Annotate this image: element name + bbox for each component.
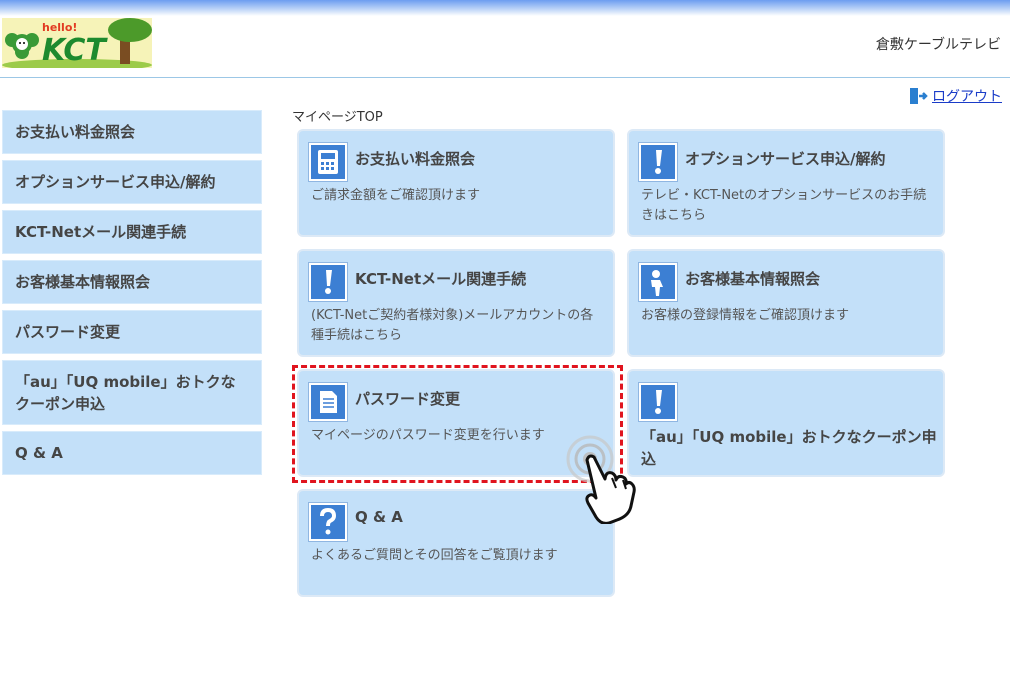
breadcrumb: マイページTOP	[292, 110, 383, 125]
question-icon	[309, 503, 347, 541]
exclamation-icon	[639, 143, 677, 181]
card-title: パスワード変更	[355, 390, 461, 408]
card-customer-info[interactable]: お客様基本情報照会 お客様の登録情報をご確認頂けます	[627, 249, 945, 357]
document-icon	[309, 383, 347, 421]
card-password[interactable]: パスワード変更 マイページのパスワード変更を行います	[297, 369, 615, 477]
card-description: マイページのパスワード変更を行います	[311, 428, 545, 443]
sidebar-item-label: オプションサービス申込/解約	[15, 173, 216, 191]
sidebar-item-coupon[interactable]: 「au」「UQ mobile」おトクなクーポン申込	[2, 360, 262, 425]
sidebar-item-customer-info[interactable]: お客様基本情報照会	[2, 260, 262, 304]
top-gradient-bar	[0, 0, 1010, 16]
card-description: (KCT-Netご契約者様対象)メールアカウントの各種手続はこちら	[311, 308, 594, 343]
exclamation-icon	[309, 263, 347, 301]
card-description: ご請求金額をご確認頂けます	[311, 188, 481, 203]
sidebar-item-mail[interactable]: KCT-Netメール関連手続	[2, 210, 262, 254]
sidebar-item-qa[interactable]: Q & A	[2, 431, 262, 475]
company-name: 倉敷ケーブルテレビ	[875, 37, 1001, 53]
card-option-service[interactable]: オプションサービス申込/解約 テレビ・KCT-Netのオプションサービスのお手続…	[627, 129, 945, 237]
card-coupon[interactable]: 「au」「UQ mobile」おトクなクーポン申込	[627, 369, 945, 477]
card-description: よくあるご質問とその回答をご覧頂けます	[311, 548, 558, 563]
sidebar-item-label: Q & A	[15, 444, 63, 462]
card-title: お支払い料金照会	[355, 150, 476, 168]
card-title: 「au」「UQ mobile」おトクなクーポン申込	[641, 428, 937, 468]
header: hello! KCT 倉敷ケーブルテレビ	[0, 16, 1010, 78]
kct-logo[interactable]: hello! KCT	[2, 18, 152, 68]
card-description: お客様の登録情報をご確認頂けます	[641, 308, 850, 323]
card-billing[interactable]: お支払い料金照会 ご請求金額をご確認頂けます	[297, 129, 615, 237]
sidebar-item-label: KCT-Netメール関連手続	[15, 223, 187, 241]
card-title: Q & A	[355, 508, 403, 526]
sidebar: お支払い料金照会 オプションサービス申込/解約 KCT-Netメール関連手続 お…	[2, 110, 262, 481]
logout[interactable]: ログアウト	[908, 86, 1002, 106]
sidebar-item-label: お支払い料金照会	[15, 123, 136, 141]
card-description: テレビ・KCT-Netのオプションサービスのお手続きはこちら	[641, 188, 927, 223]
sidebar-item-billing[interactable]: お支払い料金照会	[2, 110, 262, 154]
card-title: お客様基本情報照会	[685, 270, 821, 288]
sidebar-item-label: 「au」「UQ mobile」おトクなクーポン申込	[15, 372, 236, 413]
sidebar-item-password[interactable]: パスワード変更	[2, 310, 262, 354]
logo-kct-text: KCT	[42, 33, 108, 68]
card-qa[interactable]: Q & A よくあるご質問とその回答をご覧頂けます	[297, 489, 615, 597]
sidebar-item-option-service[interactable]: オプションサービス申込/解約	[2, 160, 262, 204]
exclamation-icon	[639, 383, 677, 421]
card-title: オプションサービス申込/解約	[685, 150, 886, 168]
logout-link[interactable]: ログアウト	[932, 86, 1002, 106]
sidebar-item-label: お客様基本情報照会	[15, 273, 151, 291]
card-title: KCT-Netメール関連手続	[355, 270, 527, 288]
card-mail[interactable]: KCT-Netメール関連手続 (KCT-Netご契約者様対象)メールアカウントの…	[297, 249, 615, 357]
calculator-icon	[309, 143, 347, 181]
person-icon	[639, 263, 677, 301]
sidebar-item-label: パスワード変更	[15, 323, 121, 341]
logout-icon	[910, 88, 928, 104]
